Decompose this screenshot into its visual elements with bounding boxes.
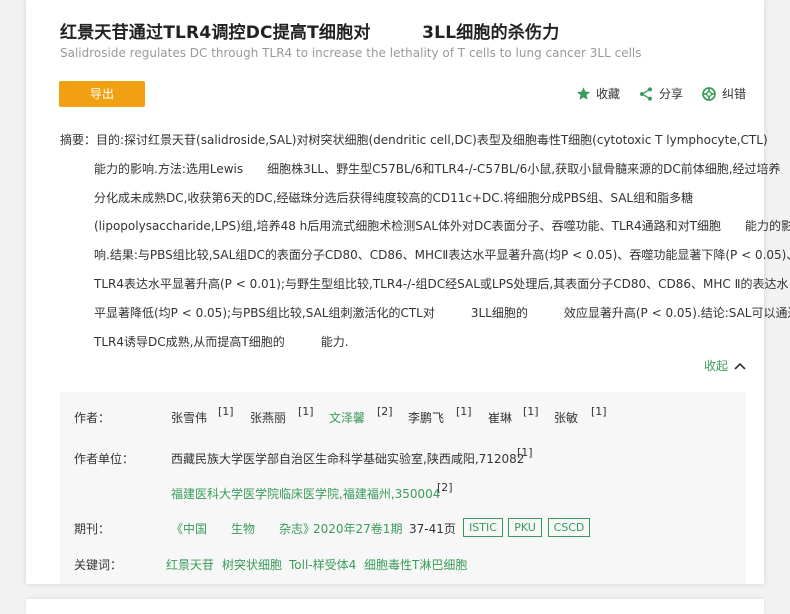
author-ref: [1] (218, 405, 234, 418)
article-subtitle: Salidroside regulates DC through TLR4 to… (60, 46, 642, 60)
index-tag[interactable]: PKU (508, 518, 542, 537)
journal-pages: 37-41页 (409, 522, 456, 536)
share-icon (639, 86, 652, 101)
author-link[interactable]: 李鹏飞 (408, 409, 444, 426)
keyword-link[interactable]: 树突状细胞 (222, 556, 282, 573)
share-label: 分享 (658, 87, 683, 101)
keyword-link[interactable]: Toll-样受体4 (289, 556, 356, 573)
favorite-button[interactable]: 收藏 (576, 85, 620, 102)
author-ref: [2] (377, 405, 393, 418)
journal-name-link[interactable]: 《中国 生物 杂志》 (171, 520, 315, 537)
abstract-line: TLR4表达水平显著升高(P < 0.01);与野生型组比较,TLR4-/-组D… (94, 276, 789, 291)
author-ref: [1] (298, 405, 314, 418)
share-button[interactable]: 分享 (638, 85, 683, 102)
report-error-label: 纠错 (721, 87, 746, 101)
author-ref: [1] (456, 405, 472, 418)
affiliation-text: 西藏民族大学医学部自治区生命科学基础实验室,陕西咸阳,712082 (171, 452, 525, 466)
journal-label: 期刊： (74, 522, 111, 536)
abstract-line: 能力的影响.方法:选用Lewis 细胞株3LL、野生型C57BL/6和TLR4-… (94, 161, 781, 176)
author-ref: [1] (591, 405, 607, 418)
affiliation-ref: [1] (517, 446, 533, 459)
author-link[interactable]: 张敏 (554, 409, 578, 426)
abstract-line: 平显著降低(均P < 0.05);与PBS组比较,SAL组刺激活化的CTL对 3… (94, 305, 790, 320)
lifebuoy-icon (702, 86, 716, 101)
article-title: 红景天苷通过TLR4调控DC提高T细胞对 3LL细胞的杀伤力 (60, 23, 560, 43)
keyword-link[interactable]: 红景天苷 (166, 556, 214, 573)
favorite-label: 收藏 (595, 87, 620, 101)
author-link[interactable]: 崔琳 (488, 409, 512, 426)
abstract: 摘要：目的:探讨红景天苷(salidroside,SAL)对树突状细胞(dend… (60, 126, 790, 356)
abstract-line: (lipopolysaccharide,LPS)组,培养48 h后用流式细胞术检… (94, 219, 790, 234)
report-error-button[interactable]: 纠错 (701, 85, 746, 102)
star-icon (576, 87, 591, 100)
article-actions: 收藏 分享 纠错 (558, 85, 746, 102)
author-link[interactable]: 张燕丽 (250, 409, 286, 426)
index-tag[interactable]: ISTIC (463, 518, 503, 537)
authors-label: 作者： (74, 411, 111, 425)
author-link[interactable]: 文泽馨 (329, 409, 365, 426)
abstract-line: 响.结果:与PBS组比较,SAL组DC的表面分子CD80、CD86、MHCⅡ表达… (94, 248, 790, 263)
metadata-panel: 作者： 张雪伟 [1] 张燕丽 [1] 文泽馨 [2] 李鹏飞 [1] 崔琳 [… (60, 392, 746, 584)
next-card-edge (26, 599, 764, 614)
abstract-line: 分化成未成熟DC,收获第6天的DC,经磁珠分选后获得纯度较高的CD11c+DC.… (94, 190, 694, 205)
abstract-line: TLR4诱导DC成熟,从而提高T细胞的 能力. (94, 334, 349, 349)
author-ref: [1] (523, 405, 539, 418)
affiliation-ref: [2] (437, 481, 453, 494)
affiliation-label: 作者单位： (74, 452, 135, 466)
index-tag[interactable]: CSCD (548, 518, 590, 537)
affiliation-link[interactable]: 福建医科大学医学院临床医学院,福建福州,350004 (171, 485, 440, 502)
author-link[interactable]: 张雪伟 (171, 409, 207, 426)
export-button[interactable]: 导出 (59, 81, 145, 107)
article-card: 红景天苷通过TLR4调控DC提高T细胞对 3LL细胞的杀伤力 Salidrosi… (26, 0, 790, 584)
abstract-line: 摘要：目的:探讨红景天苷(salidroside,SAL)对树突状细胞(dend… (60, 133, 768, 147)
collapse-label: 收起 (703, 359, 728, 373)
chevron-up-icon (734, 362, 746, 370)
keyword-link[interactable]: 细胞毒性T淋巴细胞 (364, 556, 467, 573)
journal-issue-link[interactable]: 2020年27卷1期 (313, 520, 402, 537)
keywords-label: 关键词： (74, 558, 123, 572)
collapse-abstract-button[interactable]: 收起 (704, 357, 746, 374)
